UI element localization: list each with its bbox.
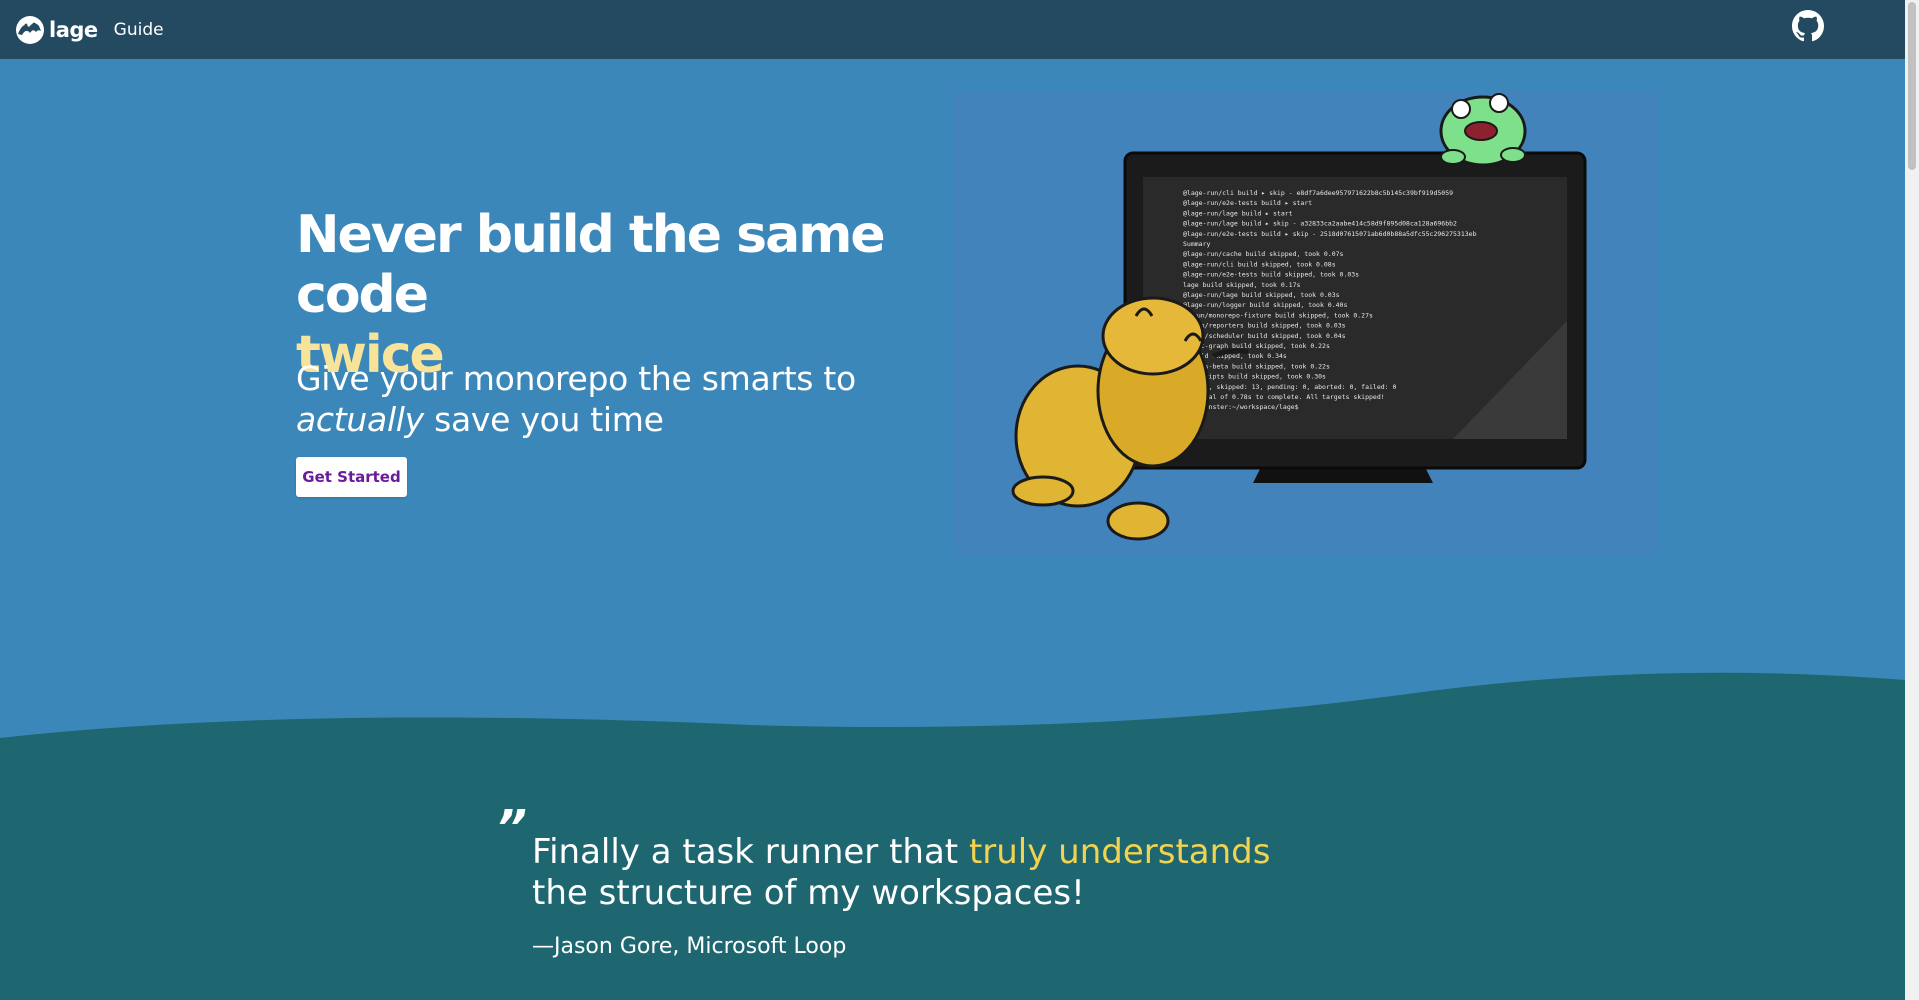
testimonial-quote: Finally a task runner that truly underst…: [532, 832, 1332, 914]
brand-name: lage: [49, 17, 98, 42]
quote-text-before: Finally a task runner that: [532, 832, 969, 872]
frogs-terminal-illustration: @lage-run/cli build ▸ skip - e8df7a6dee9…: [1011, 93, 1587, 541]
terminal-line: Summary: [1183, 240, 1210, 248]
top-navbar: lage Guide: [0, 0, 1905, 59]
hero-subtitle-emphasis: actually: [296, 400, 424, 439]
scrollbar-thumb[interactable]: [1908, 2, 1916, 170]
get-started-button[interactable]: Get Started: [296, 457, 407, 497]
terminal-line: /docs-beta build skipped, took 0.22s: [1189, 362, 1330, 370]
vertical-scrollbar[interactable]: [1905, 0, 1919, 1000]
green-frog-icon: [1439, 93, 1527, 167]
terminal-line: lage build skipped, took 0.17s: [1183, 281, 1300, 289]
terminal-line: rget-graph build skipped, took 0.22s: [1189, 342, 1330, 350]
terminal-line: @lage-run/lage build ▸ start: [1183, 209, 1293, 217]
quote-highlight: truly understands: [968, 832, 1271, 872]
quote-mark-icon: ”: [496, 800, 527, 856]
terminal-line: @lage-run/cache build skipped, took 0.07…: [1183, 250, 1344, 258]
testimonial-author: —Jason Gore, Microsoft Loop: [532, 934, 847, 959]
terminal-line: @lage-run/lage build skipped, took 0.03s: [1183, 291, 1340, 299]
hero-illustration: @lage-run/cli build ▸ skip - e8df7a6dee9…: [953, 91, 1657, 555]
hero-subtitle-part2: save you time: [423, 400, 664, 439]
hero-title-line1: Never build the same code: [296, 205, 886, 325]
github-icon[interactable]: [1792, 10, 1824, 42]
section-wave-divider: [0, 672, 1905, 1000]
hero-subtitle-part1: Give your monorepo the smarts to: [296, 359, 856, 398]
terminal-line: @lage-run/cli build skipped, took 0.08s: [1183, 260, 1336, 268]
terminal-line: @lage-run/lage build ▸ skip - a32833ca2a…: [1183, 220, 1457, 228]
nav-link-guide[interactable]: Guide: [114, 20, 164, 40]
terminal-line: -run/monorepo-fixture build skipped, too…: [1189, 311, 1373, 319]
terminal-line: @lage-run/e2e-tests build ▸ start: [1183, 199, 1312, 207]
terminal-line: o-scripts build skipped, took 0.30s: [1189, 373, 1326, 381]
quote-text-after: the structure of my workspaces!: [532, 873, 1085, 913]
terminal-line: a total of 0.78s to complete. All target…: [1189, 393, 1385, 401]
terminal-line: @lage-run/e2e-tests build ▸ skip - 2518d…: [1183, 230, 1477, 238]
brand-link[interactable]: lage: [14, 15, 98, 45]
lage-logo-icon: [16, 15, 44, 44]
terminal-line: @lage-run/cli build ▸ skip - e8df7a6dee9…: [1183, 189, 1453, 197]
terminal-line: ss: 0, skipped: 13, pending: 0, aborted:…: [1189, 383, 1396, 391]
terminal-line: @lage-run/logger build skipped, took 0.4…: [1183, 301, 1347, 309]
terminal-line: -run/reporters build skipped, took 0.03s: [1189, 322, 1346, 330]
terminal-line: -run/scheduler build skipped, took 0.04s: [1189, 332, 1346, 340]
hero-subtitle: Give your monorepo the smarts to actuall…: [296, 358, 916, 440]
terminal-line: @lage-run/e2e-tests build skipped, took …: [1183, 271, 1359, 279]
